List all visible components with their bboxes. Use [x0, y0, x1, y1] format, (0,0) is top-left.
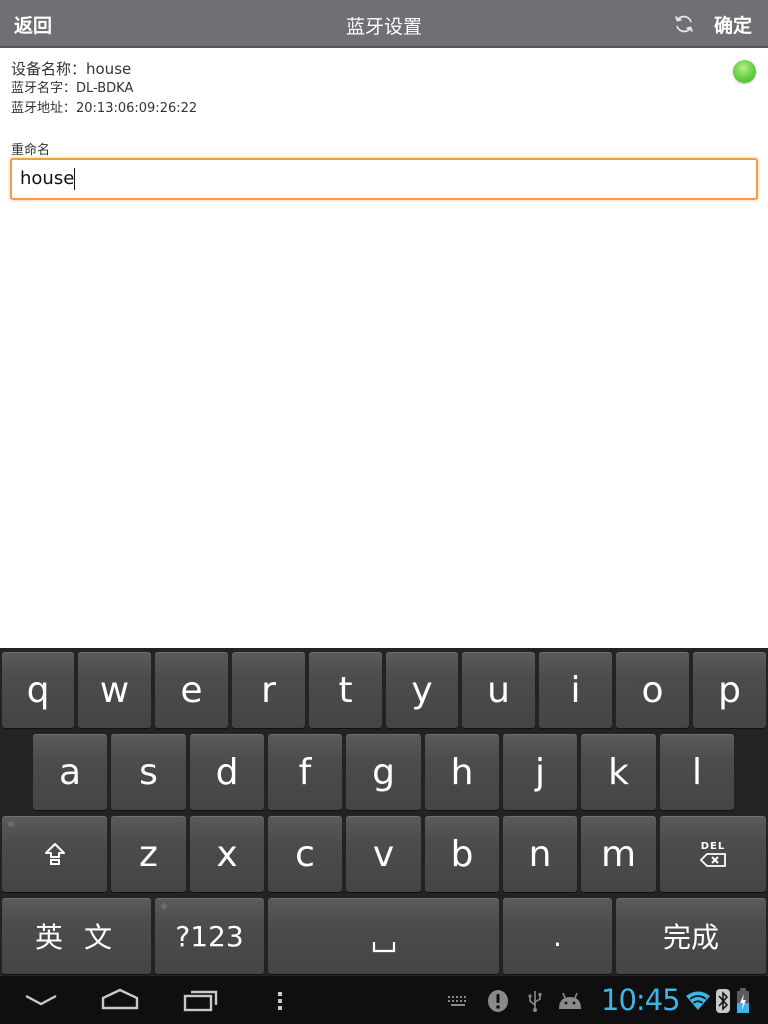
key-z[interactable]: z: [111, 816, 186, 892]
wifi-icon: [686, 991, 710, 1010]
key-f[interactable]: f: [268, 734, 342, 810]
soft-keyboard: q w e r t y u i o p a s d f g h j k l z …: [0, 648, 768, 976]
key-q[interactable]: q: [2, 652, 74, 728]
key-j[interactable]: j: [503, 734, 577, 810]
title-bar: 返回 蓝牙设置 确定: [0, 0, 768, 48]
language-switch-key[interactable]: 英 文: [2, 898, 151, 974]
confirm-button[interactable]: 确定: [714, 11, 752, 38]
rename-label: 重命名: [11, 143, 51, 158]
key-p[interactable]: p: [693, 652, 766, 728]
key-i[interactable]: i: [539, 652, 612, 728]
alert-icon: [488, 990, 508, 1012]
symbols-long-press-indicator: [161, 903, 167, 909]
key-d[interactable]: d: [190, 734, 264, 810]
delete-label: DEL: [700, 841, 726, 852]
menu-icon[interactable]: [276, 990, 284, 1012]
device-info: 设备名称：house 蓝牙名字：DL-BDKA 蓝牙地址：20:13:06:09…: [11, 59, 197, 119]
key-k[interactable]: k: [581, 734, 656, 810]
system-bar: 10:45: [0, 976, 768, 1024]
shift-icon: [44, 843, 65, 865]
key-v[interactable]: v: [346, 816, 421, 892]
key-b[interactable]: b: [425, 816, 499, 892]
key-n[interactable]: n: [503, 816, 577, 892]
bluetooth-settings-screen: 返回 蓝牙设置 确定 设备名称：house 蓝牙名字：DL-BDKA 蓝牙地址：…: [0, 0, 768, 1024]
text-cursor: [74, 168, 76, 190]
connection-status-indicator: [733, 60, 756, 83]
backspace-icon: [699, 853, 726, 867]
clock[interactable]: 10:45: [601, 983, 681, 1017]
page-title: 蓝牙设置: [345, 16, 422, 38]
key-h[interactable]: h: [425, 734, 499, 810]
back-button[interactable]: 返回: [14, 11, 52, 38]
symbols-key[interactable]: ?123: [155, 898, 264, 974]
bluetooth-address: 蓝牙地址：20:13:06:09:26:22: [11, 101, 198, 116]
key-w[interactable]: w: [78, 652, 151, 728]
shift-key[interactable]: [2, 816, 107, 892]
recent-apps-icon[interactable]: [183, 988, 219, 1012]
key-x[interactable]: x: [190, 816, 264, 892]
key-m[interactable]: m: [581, 816, 656, 892]
keyboard-icon: [448, 996, 466, 1006]
back-hide-keyboard-icon[interactable]: [24, 992, 58, 1008]
key-e[interactable]: e: [155, 652, 228, 728]
home-icon[interactable]: [101, 988, 139, 1010]
battery-charging-icon: [737, 988, 749, 1013]
done-key[interactable]: 完成: [616, 898, 766, 974]
space-icon: [372, 942, 395, 953]
key-s[interactable]: s: [111, 734, 186, 810]
bluetooth-name: 蓝牙名字：DL-BDKA: [11, 81, 134, 96]
key-g[interactable]: g: [346, 734, 421, 810]
space-key[interactable]: [268, 898, 499, 974]
usb-icon: [528, 991, 542, 1012]
key-t[interactable]: t: [309, 652, 382, 728]
key-a[interactable]: a: [33, 734, 107, 810]
delete-key[interactable]: DEL: [660, 816, 766, 892]
rename-input-value: house: [20, 168, 75, 189]
refresh-icon[interactable]: [672, 12, 696, 36]
key-r[interactable]: r: [232, 652, 305, 728]
rename-input[interactable]: house: [10, 158, 758, 200]
device-name: 设备名称：house: [11, 60, 132, 78]
key-l[interactable]: l: [660, 734, 734, 810]
bluetooth-icon: [716, 989, 730, 1013]
refresh-icon-glyph: [675, 15, 693, 33]
android-debug-icon: [559, 992, 581, 1009]
key-c[interactable]: c: [268, 816, 342, 892]
key-o[interactable]: o: [616, 652, 689, 728]
key-u[interactable]: u: [462, 652, 535, 728]
symbols-label: ?123: [175, 919, 244, 953]
key-y[interactable]: y: [386, 652, 458, 728]
shift-lock-indicator: [8, 821, 14, 827]
period-key[interactable]: .: [503, 898, 612, 974]
